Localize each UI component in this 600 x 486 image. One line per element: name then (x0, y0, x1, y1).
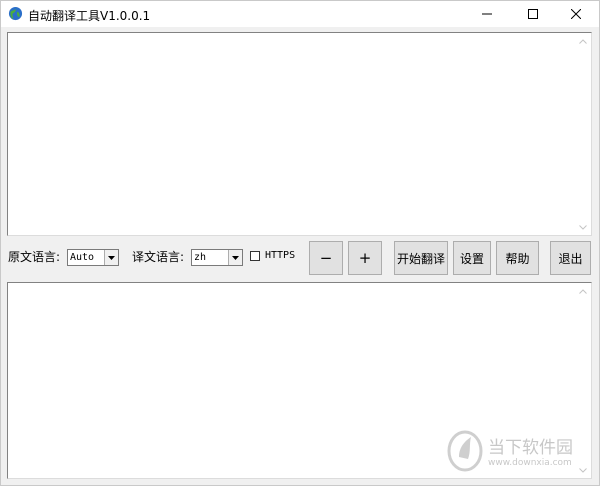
source-language-select[interactable]: Auto (67, 249, 119, 266)
maximize-button[interactable] (510, 1, 556, 27)
close-icon (571, 9, 581, 19)
help-button[interactable]: 帮助 (496, 241, 539, 275)
scroll-up-icon[interactable] (575, 283, 591, 299)
app-window: 自动翻译工具V1.0.0.1 原文语言: Auto 译文语言: zh HTTPS… (0, 0, 600, 486)
source-text-area[interactable] (7, 32, 592, 236)
watermark-logo-icon (447, 430, 483, 472)
https-label: HTTPS (265, 250, 296, 261)
watermark-url: www.downxia.com (488, 458, 572, 468)
chevron-down-icon[interactable] (228, 250, 242, 265)
watermark-name: 当下软件园 (488, 438, 573, 458)
minimize-icon (482, 13, 492, 15)
source-language-label: 原文语言: (8, 250, 61, 264)
minimize-button[interactable] (464, 1, 510, 27)
close-button[interactable] (553, 1, 599, 27)
https-checkbox[interactable] (250, 251, 260, 261)
target-language-value: zh (194, 252, 207, 263)
source-scrollbar[interactable] (575, 33, 591, 235)
scroll-down-icon[interactable] (575, 219, 591, 235)
title-bar: 自动翻译工具V1.0.0.1 (1, 1, 599, 27)
scroll-up-icon[interactable] (575, 33, 591, 49)
target-language-label: 译文语言: (132, 250, 185, 264)
decrease-button[interactable]: − (309, 241, 343, 275)
maximize-icon (528, 9, 538, 19)
chevron-down-icon[interactable] (104, 250, 118, 265)
source-language-value: Auto (70, 252, 95, 263)
increase-button[interactable]: + (348, 241, 382, 275)
globe-icon (8, 6, 23, 21)
start-translate-button[interactable]: 开始翻译 (394, 241, 448, 275)
settings-button[interactable]: 设置 (453, 241, 491, 275)
watermark: 当下软件园 www.downxia.com (446, 427, 596, 477)
exit-button[interactable]: 退出 (550, 241, 591, 275)
target-language-select[interactable]: zh (191, 249, 243, 266)
window-title: 自动翻译工具V1.0.0.1 (28, 9, 151, 23)
